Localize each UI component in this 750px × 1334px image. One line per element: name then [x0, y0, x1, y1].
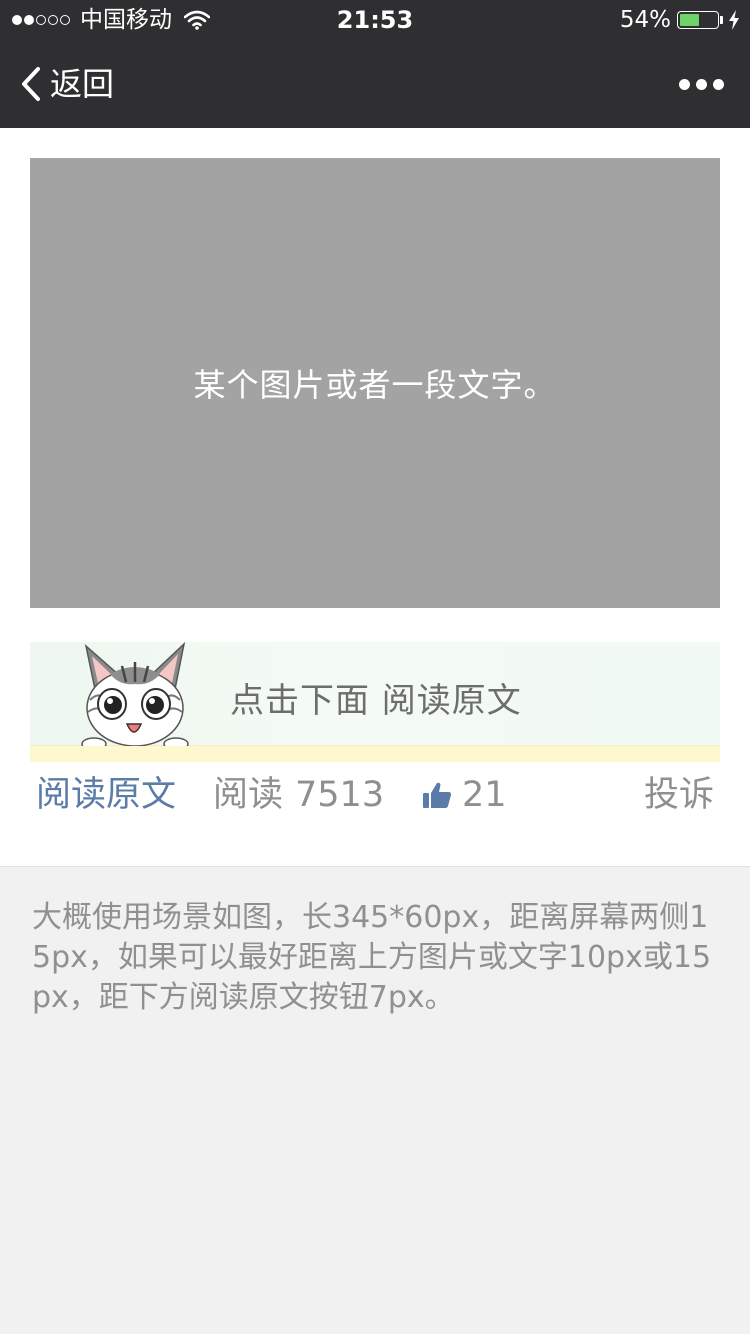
cat-illustration [81, 642, 189, 746]
read-count-label: 阅读 [213, 775, 284, 815]
battery-nub [720, 16, 723, 24]
banner-ground [30, 745, 720, 762]
more-dot [696, 78, 707, 90]
back-button[interactable]: 返回 [20, 62, 114, 106]
banner-text: 点击下面 阅读原文 [230, 681, 522, 721]
back-label: 返回 [50, 65, 115, 103]
read-original-banner[interactable]: 点击下面 阅读原文 [30, 642, 720, 762]
status-bar: 中国移动 21:53 54% [0, 0, 750, 40]
divider [0, 866, 750, 867]
battery-fill [680, 14, 699, 26]
report-link[interactable]: 投诉 [644, 772, 714, 818]
battery-icon [677, 11, 719, 29]
more-dot [713, 78, 724, 90]
article-content: 某个图片或者一段文字。 点击下面 阅读原文 阅读原文 阅读 7513 21 投诉 [0, 128, 750, 866]
usage-note: 大概使用场景如图，长345*60px，距离屏幕两侧15px，如果可以最好距离上方… [32, 900, 712, 1015]
more-dot [679, 78, 690, 90]
read-count-value: 7513 [295, 775, 385, 815]
thumbs-up-icon [423, 782, 452, 808]
chevron-left-icon [22, 67, 40, 101]
nav-bar: 返回 [0, 40, 750, 128]
read-original-link[interactable]: 阅读原文 [36, 772, 176, 818]
read-count: 阅读 7513 [213, 772, 384, 818]
like-button[interactable]: 21 [422, 772, 507, 818]
article-footer: 阅读原文 阅读 7513 21 投诉 [0, 764, 750, 826]
status-right: 54% [620, 6, 740, 34]
placeholder-text: 某个图片或者一段文字。 [193, 366, 557, 404]
like-count: 21 [462, 775, 507, 815]
battery-percent: 54% [619, 7, 671, 33]
charging-icon [729, 10, 739, 30]
more-icon[interactable] [673, 72, 724, 96]
content-placeholder: 某个图片或者一段文字。 [30, 158, 720, 608]
